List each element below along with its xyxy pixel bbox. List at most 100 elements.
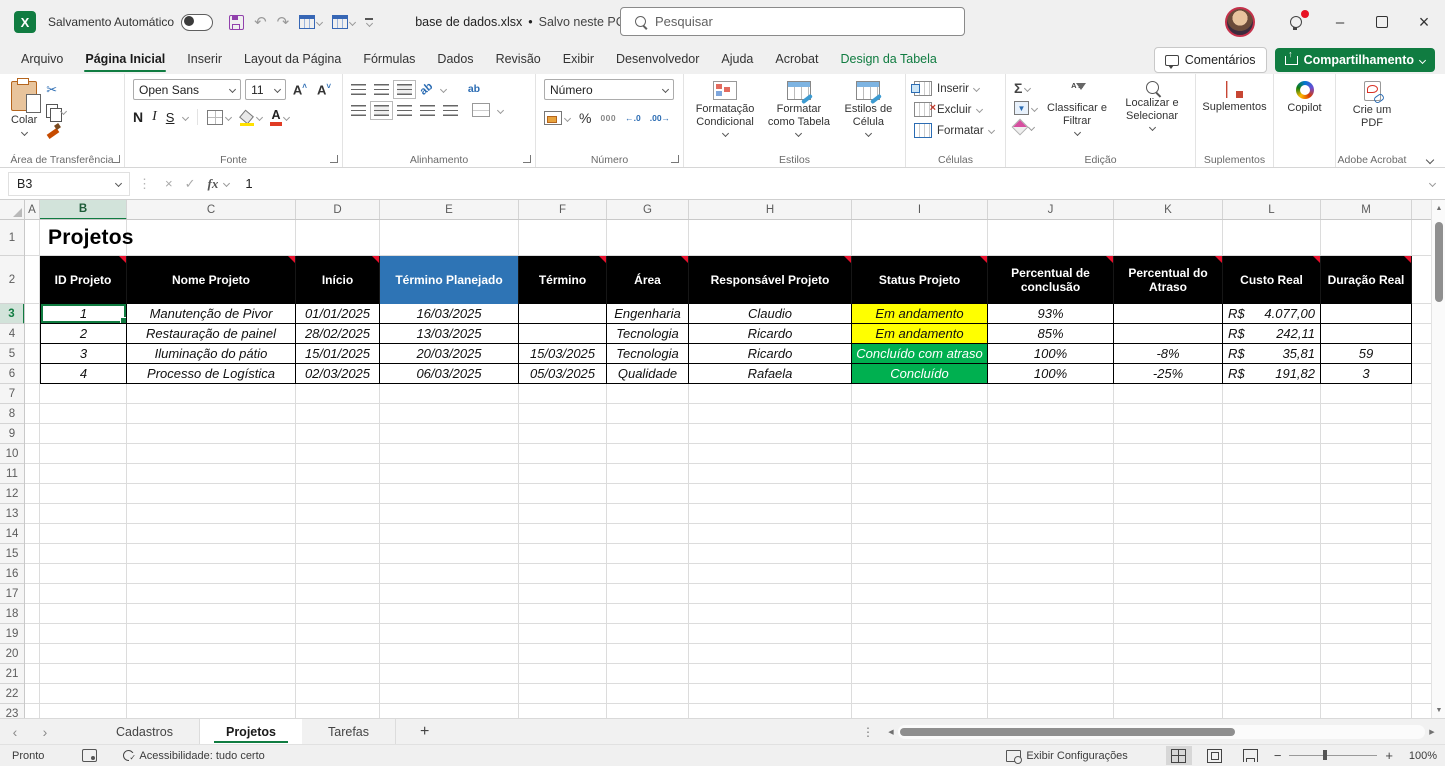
column-header-M[interactable]: M	[1321, 200, 1412, 220]
column-header-G[interactable]: G	[607, 200, 689, 220]
cell[interactable]: Engenharia	[607, 304, 689, 324]
page-break-view-button[interactable]	[1238, 746, 1264, 765]
document-title[interactable]: base de dados.xlsx • Salvo neste PC	[415, 15, 636, 29]
zoom-out-button[interactable]: −	[1274, 748, 1282, 763]
status-badge[interactable]: Concluído com atraso	[852, 344, 988, 364]
cell[interactable]: 15/01/2025	[296, 344, 380, 364]
vertical-scrollbar[interactable]: ▲ ▼	[1431, 200, 1445, 718]
splitter-dots-icon[interactable]: ⋮	[862, 725, 874, 739]
column-header-B[interactable]: B	[40, 200, 127, 220]
column-header-C[interactable]: C	[127, 200, 296, 220]
cells-grid[interactable]: Projetos ID Projeto Nome Projeto Início …	[25, 220, 1431, 718]
alignment-dialog-launcher[interactable]	[523, 155, 531, 163]
header-percentual-conclusao[interactable]: Percentual de conclusão	[988, 256, 1114, 304]
underline-button[interactable]: S	[166, 110, 175, 125]
column-header-E[interactable]: E	[380, 200, 519, 220]
row-header-1[interactable]: 1	[0, 220, 24, 256]
cell[interactable]: 4	[40, 364, 127, 384]
copilot-button[interactable]: Copilot	[1284, 79, 1324, 151]
paste-button[interactable]: Colar	[8, 79, 40, 151]
tab-acrobat[interactable]: Acrobat	[764, 44, 829, 74]
horizontal-scroll-thumb[interactable]	[900, 728, 1235, 736]
row-header-10[interactable]: 10	[0, 444, 24, 464]
collapse-ribbon-button[interactable]	[1426, 156, 1434, 164]
row-header-4[interactable]: 4	[0, 324, 24, 344]
cell[interactable]: 100%	[988, 364, 1114, 384]
cell[interactable]	[1114, 304, 1223, 324]
sheet-tab-tarefas[interactable]: Tarefas	[302, 719, 396, 744]
expand-formula-bar-button[interactable]	[1429, 180, 1436, 187]
cell[interactable]: 05/03/2025	[519, 364, 607, 384]
column-header-K[interactable]: K	[1114, 200, 1223, 220]
row-header-2[interactable]: 2	[0, 256, 24, 304]
status-badge[interactable]: Em andamento	[852, 304, 988, 324]
maximize-button[interactable]	[1361, 0, 1403, 44]
cell[interactable]: Tecnologia	[607, 324, 689, 344]
cell-currency[interactable]: R$191,82	[1223, 364, 1321, 384]
zoom-in-button[interactable]: +	[1385, 748, 1393, 763]
cell[interactable]: 15/03/2025	[519, 344, 607, 364]
normal-view-button[interactable]	[1166, 746, 1192, 765]
horizontal-scrollbar[interactable]: ◀ ▶	[884, 719, 1439, 744]
cut-button[interactable]: ✂	[46, 82, 66, 98]
header-inicio[interactable]: Início	[296, 256, 380, 304]
table-format-quick-button[interactable]	[332, 15, 355, 29]
row-header-13[interactable]: 13	[0, 504, 24, 524]
cell[interactable]: Qualidade	[607, 364, 689, 384]
cell-b3-selected[interactable]: 1	[40, 304, 127, 324]
clipboard-dialog-launcher[interactable]	[112, 155, 120, 163]
close-button[interactable]: ×	[1403, 0, 1445, 44]
row-header-6[interactable]: 6	[0, 364, 24, 384]
header-percentual-atraso[interactable]: Percentual do Atraso	[1114, 256, 1223, 304]
cell[interactable]: 16/03/2025	[380, 304, 519, 324]
format-painter-button[interactable]	[46, 124, 66, 138]
insert-function-button[interactable]: fx	[208, 176, 219, 192]
scroll-right-icon[interactable]: ▶	[1425, 728, 1439, 736]
share-button[interactable]: Compartilhamento	[1275, 48, 1435, 72]
status-badge[interactable]: Em andamento	[852, 324, 988, 344]
header-status-projeto[interactable]: Status Projeto	[852, 256, 988, 304]
decrease-indent-button[interactable]	[420, 105, 435, 116]
row-header-5[interactable]: 5	[0, 344, 24, 364]
column-header-I[interactable]: I	[852, 200, 988, 220]
row-header-20[interactable]: 20	[0, 644, 24, 664]
wrap-text-button[interactable]: ab	[468, 83, 480, 95]
cell[interactable]: 100%	[988, 344, 1114, 364]
cell[interactable]: Claudio	[689, 304, 852, 324]
cell[interactable]: 01/01/2025	[296, 304, 380, 324]
row-header-9[interactable]: 9	[0, 424, 24, 444]
header-duracao-real[interactable]: Duração Real	[1321, 256, 1412, 304]
scroll-left-icon[interactable]: ◀	[884, 728, 898, 736]
fill-button[interactable]: ▼	[1014, 101, 1037, 115]
number-format-select[interactable]: Número	[544, 79, 674, 100]
align-center-button[interactable]	[374, 105, 389, 116]
cell[interactable]: 93%	[988, 304, 1114, 324]
row-header-16[interactable]: 16	[0, 564, 24, 584]
italic-button[interactable]: I	[152, 109, 157, 125]
cell[interactable]: 20/03/2025	[380, 344, 519, 364]
tab-desenvolvedor[interactable]: Desenvolvedor	[605, 44, 710, 74]
font-name-select[interactable]: Open Sans	[133, 79, 241, 100]
scroll-up-icon[interactable]: ▲	[1432, 200, 1445, 216]
column-header-L[interactable]: L	[1223, 200, 1321, 220]
cell[interactable]: 3	[40, 344, 127, 364]
display-settings-button[interactable]: Exibir Configurações	[1006, 750, 1128, 762]
cell[interactable]	[1321, 304, 1412, 324]
decrease-font-size-button[interactable]: A˅	[314, 82, 334, 97]
scroll-down-icon[interactable]: ▼	[1432, 702, 1445, 718]
cell[interactable]: Manutenção de Pivor	[127, 304, 296, 324]
confirm-entry-button[interactable]: ✓	[185, 176, 196, 192]
minimize-button[interactable]: –	[1319, 0, 1361, 44]
tab-dados[interactable]: Dados	[426, 44, 484, 74]
column-header-F[interactable]: F	[519, 200, 607, 220]
row-header-21[interactable]: 21	[0, 664, 24, 684]
font-size-select[interactable]: 11	[245, 79, 286, 100]
cell[interactable]: Rafaela	[689, 364, 852, 384]
header-nome-projeto[interactable]: Nome Projeto	[127, 256, 296, 304]
increase-decimal-button[interactable]: ←.0	[625, 113, 641, 123]
chevron-down-icon[interactable]	[182, 114, 189, 121]
clear-button[interactable]	[1014, 121, 1034, 133]
font-dialog-launcher[interactable]	[330, 155, 338, 163]
tab-arquivo[interactable]: Arquivo	[10, 44, 74, 74]
column-header-H[interactable]: H	[689, 200, 852, 220]
